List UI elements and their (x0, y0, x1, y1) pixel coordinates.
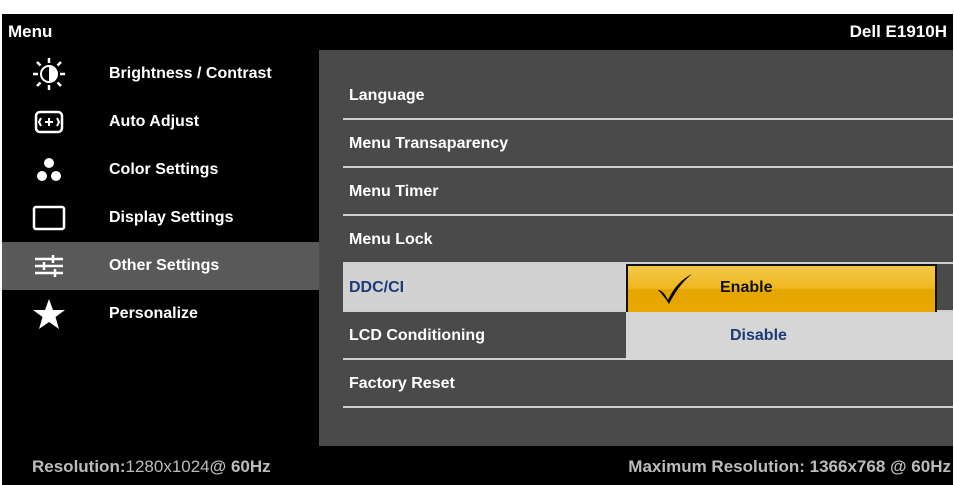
star-icon (33, 299, 65, 329)
option-label: Factory Reset (349, 375, 455, 392)
row-divider (343, 406, 953, 408)
sidebar-item-label: Color Settings (109, 161, 219, 178)
disable-label: Disable (730, 327, 787, 344)
checkmark-icon (658, 274, 692, 304)
option-label: Menu Transaparency (349, 135, 509, 152)
sliders-icon (35, 255, 63, 277)
option-factory-reset[interactable]: Factory Reset (343, 360, 953, 408)
sidebar-item-label: Brightness / Contrast (109, 65, 272, 82)
display-rectangle-icon (32, 205, 66, 231)
sidebar-item-label: Other Settings (109, 257, 220, 274)
ddc-enable-option[interactable]: Enable (626, 264, 953, 314)
option-label: LCD Conditioning (349, 327, 485, 344)
sidebar-item-personalize[interactable]: Personalize (2, 290, 319, 338)
ddc-disable-option[interactable]: Disable (626, 312, 953, 360)
sidebar-item-auto-adjust[interactable]: Auto Adjust (2, 98, 319, 146)
sidebar-item-color-settings[interactable]: Color Settings (2, 146, 319, 194)
resolution-value: 1280x1024 (125, 457, 210, 476)
option-label: DDC/CI (349, 279, 405, 296)
option-label: Menu Lock (349, 231, 433, 248)
option-label: Menu Timer (349, 183, 439, 200)
auto-adjust-icon (34, 110, 64, 134)
menu-title: Menu (8, 22, 53, 41)
monitor-osd: Menu Dell E1910H Brightness / Contrast A… (2, 14, 953, 485)
resolution-label: Resolution: (32, 457, 126, 476)
other-settings-panel: Language Menu Transaparency Menu Timer M… (319, 50, 953, 446)
maximum-resolution: Maximum Resolution: 1366x768 @ 60Hz (628, 457, 951, 476)
sidebar-item-other-settings[interactable]: Other Settings (2, 242, 319, 290)
sidebar-item-label: Auto Adjust (109, 113, 200, 130)
sidebar-item-brightness-contrast[interactable]: Brightness / Contrast (2, 50, 319, 98)
brightness-icon (33, 58, 65, 90)
option-label: Language (349, 87, 425, 104)
option-menu-lock[interactable]: Menu Lock (343, 216, 953, 264)
monitor-model: Dell E1910H (849, 22, 947, 41)
current-resolution: Resolution:1280x1024@ 60Hz (32, 457, 271, 477)
sidebar-item-label: Personalize (109, 305, 198, 322)
option-menu-transparency[interactable]: Menu Transaparency (343, 120, 953, 168)
disable-box (626, 312, 953, 360)
sidebar: Brightness / Contrast Auto Adjust Color … (2, 50, 319, 446)
color-dots-icon (37, 158, 61, 181)
option-language[interactable]: Language (343, 72, 953, 120)
status-bar: Resolution:1280x1024@ 60Hz Maximum Resol… (2, 446, 953, 485)
resolution-rate: @ 60Hz (209, 457, 271, 476)
sidebar-item-display-settings[interactable]: Display Settings (2, 194, 319, 242)
sidebar-item-label: Display Settings (109, 209, 234, 226)
osd-title-bar: Menu Dell E1910H (2, 14, 953, 50)
option-menu-timer[interactable]: Menu Timer (343, 168, 953, 216)
enable-label: Enable (720, 279, 773, 296)
